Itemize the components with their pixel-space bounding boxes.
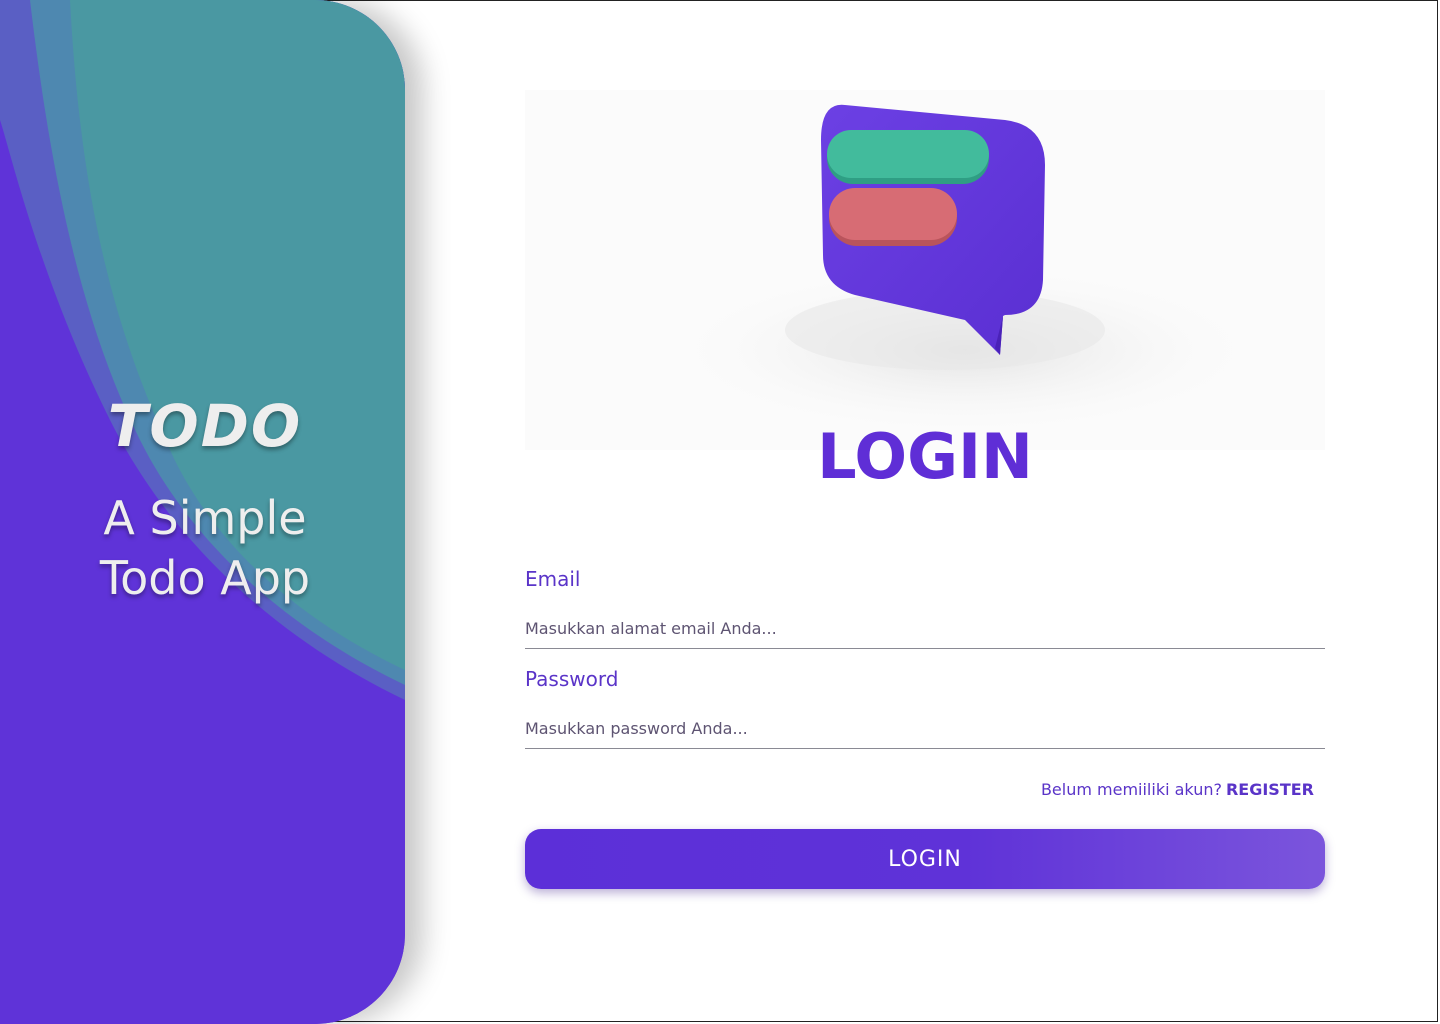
login-button[interactable]: LOGIN xyxy=(525,829,1325,889)
app-tagline: A Simple Todo App xyxy=(40,488,370,608)
tagline-line-1: A Simple xyxy=(103,491,307,545)
email-input[interactable] xyxy=(525,609,1325,649)
hero-panel: TODO A Simple Todo App xyxy=(0,0,405,1024)
email-label: Email xyxy=(525,567,581,591)
tagline-line-2: Todo App xyxy=(99,551,311,605)
register-row: Belum memiiliki akun? REGISTER xyxy=(1041,780,1314,799)
todo-logo: TODO xyxy=(107,392,303,460)
register-prompt: Belum memiiliki akun? xyxy=(1040,780,1222,799)
register-link[interactable]: REGISTER xyxy=(1226,780,1314,799)
password-input[interactable] xyxy=(525,709,1325,749)
login-title: LOGIN xyxy=(817,420,1033,493)
password-label: Password xyxy=(525,667,619,691)
chat-bubble-icon xyxy=(525,90,1325,450)
